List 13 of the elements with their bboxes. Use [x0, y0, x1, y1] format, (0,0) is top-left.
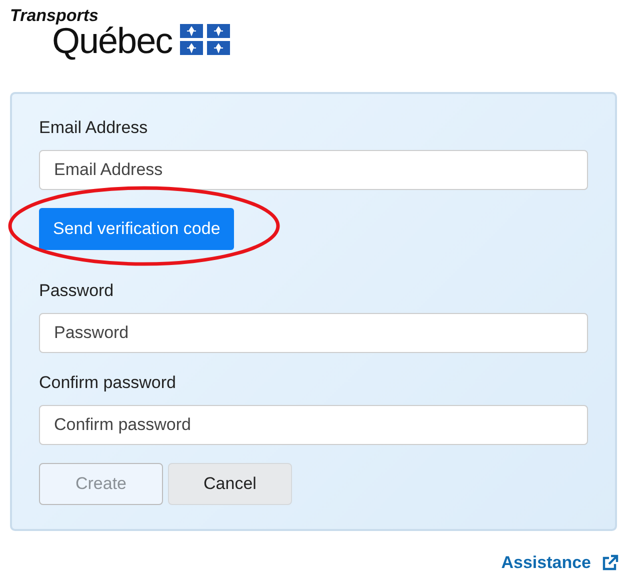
- field-label: Email Address: [39, 118, 148, 138]
- external-link-icon: [601, 554, 619, 572]
- input-field[interactable]: Password: [39, 313, 588, 353]
- logo-line: Transports: [10, 7, 100, 24]
- input-field[interactable]: Email Address: [39, 150, 588, 190]
- field-label: Password: [39, 281, 114, 301]
- cancel-button[interactable]: Cancel: [168, 463, 292, 505]
- input-field[interactable]: Confirm password: [39, 405, 588, 445]
- flag-icon: [180, 24, 230, 55]
- assistance-link[interactable]: Assistance: [501, 553, 591, 573]
- logo-title: Québec: [52, 24, 172, 58]
- send-code-button[interactable]: Send verification code: [39, 208, 234, 250]
- field-label: Confirm password: [39, 373, 176, 393]
